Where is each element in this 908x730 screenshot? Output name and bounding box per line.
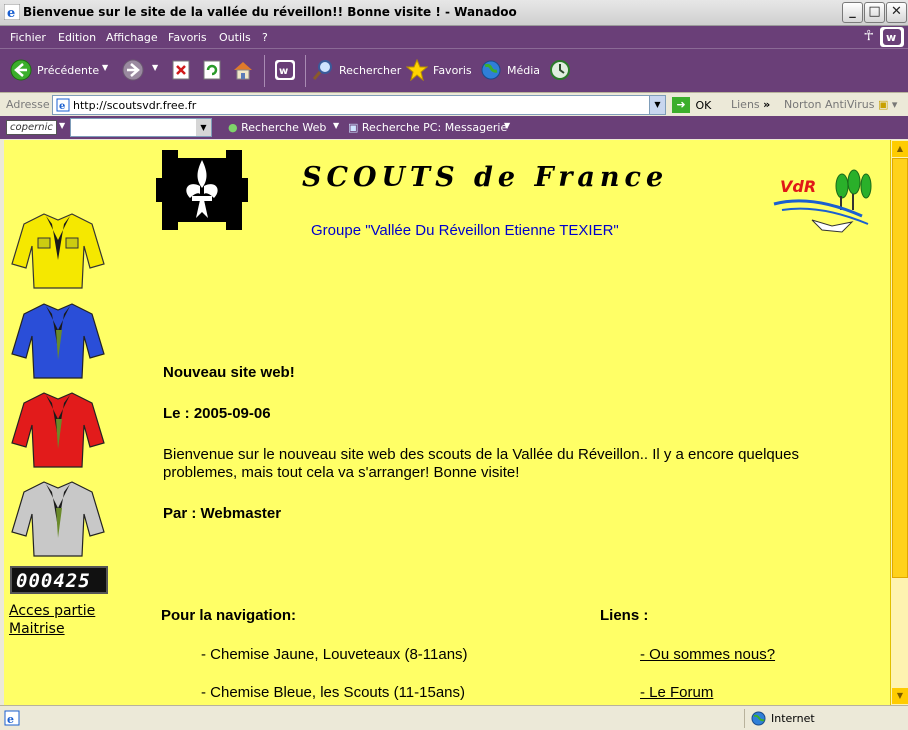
menu-help[interactable]: ? bbox=[262, 31, 268, 44]
stop-icon[interactable] bbox=[170, 59, 192, 81]
site-title: SCOUTS de France bbox=[302, 162, 669, 193]
internet-globe-icon bbox=[751, 711, 766, 726]
norton-antivirus-button[interactable]: Norton AntiVirus ▣ ▾ bbox=[784, 98, 897, 111]
svg-text:w: w bbox=[279, 66, 288, 77]
back-dropdown[interactable]: ▼ bbox=[102, 63, 108, 72]
svg-text:e: e bbox=[59, 101, 65, 112]
web-search-button[interactable]: ● Recherche Web bbox=[228, 121, 326, 134]
yellow-shirt-image[interactable] bbox=[10, 210, 106, 290]
refresh-icon[interactable] bbox=[201, 59, 223, 81]
star-icon[interactable] bbox=[406, 59, 428, 81]
visitor-counter: 000425 bbox=[10, 566, 108, 594]
status-bar: e Internet bbox=[0, 705, 908, 730]
scout-fleur-de-lis-logo bbox=[156, 150, 248, 230]
ie-icon: e bbox=[4, 4, 20, 20]
copernic-logo[interactable]: copernic bbox=[6, 120, 57, 135]
vdr-logo: VdR bbox=[773, 169, 872, 233]
pc-search-dropdown[interactable]: ▼ bbox=[504, 121, 510, 130]
vdr-logo-text: VdR bbox=[780, 177, 816, 196]
menu-bar: Fichier Edition Affichage Favoris Outils… bbox=[0, 26, 908, 48]
nav-item-scouts: - Chemise Bleue, les Scouts (11-15ans) bbox=[201, 684, 466, 701]
close-button[interactable]: ✕ bbox=[886, 2, 907, 23]
search-button[interactable]: Rechercher bbox=[339, 64, 401, 77]
links-heading: Liens : bbox=[600, 607, 649, 624]
navigation-heading: Pour la navigation: bbox=[161, 607, 297, 624]
nav-item-louveteaux: - Chemise Jaune, Louveteaux (8-11ans) bbox=[201, 646, 468, 663]
address-bar: Adresse e http://scoutsvdr.free.fr ▼ ➜ O… bbox=[0, 92, 908, 116]
menu-affichage[interactable]: Affichage bbox=[106, 31, 158, 44]
menu-edition[interactable]: Edition bbox=[58, 31, 96, 44]
window-title: Bienvenue sur le site de la vallée du ré… bbox=[23, 5, 517, 19]
scroll-thumb[interactable] bbox=[892, 158, 908, 578]
links-button[interactable]: Liens » bbox=[731, 98, 770, 111]
news-body: Bienvenue sur le nouveau site web des sc… bbox=[163, 446, 799, 481]
grey-shirt-image[interactable] bbox=[10, 478, 106, 558]
go-button[interactable]: ➜ OK bbox=[672, 97, 711, 113]
copernic-search-input[interactable]: ▼ bbox=[70, 118, 212, 137]
forward-dropdown[interactable]: ▼ bbox=[152, 63, 158, 72]
group-name: Groupe "Vallée Du Réveillon Etienne TEXI… bbox=[311, 222, 619, 239]
scroll-down-button[interactable]: ▼ bbox=[892, 688, 908, 704]
svg-text:e: e bbox=[7, 6, 15, 20]
home-icon[interactable] bbox=[232, 59, 254, 81]
page-content: 000425 Acces partie Maitrise SCOUTS de F… bbox=[4, 140, 890, 705]
history-icon[interactable] bbox=[549, 59, 571, 81]
svg-text:e: e bbox=[7, 713, 14, 726]
globe-icon: ● bbox=[228, 121, 238, 134]
media-button[interactable]: Média bbox=[507, 64, 540, 77]
copernic-toolbar: copernic ▼ ▼ ● Recherche Web ▼ ▣ Recherc… bbox=[0, 116, 908, 139]
back-arrow-icon[interactable] bbox=[10, 59, 32, 81]
media-globe-icon[interactable] bbox=[480, 59, 502, 81]
scroll-up-button[interactable]: ▲ bbox=[892, 141, 908, 157]
go-arrow-icon: ➜ bbox=[672, 97, 690, 113]
red-shirt-image[interactable] bbox=[10, 389, 106, 469]
vertical-scrollbar[interactable]: ▲ ▼ bbox=[890, 140, 908, 705]
maximize-button[interactable]: □ bbox=[864, 2, 885, 23]
computer-icon: ▣ bbox=[348, 121, 359, 134]
wanadoo-icon[interactable]: w bbox=[274, 59, 296, 81]
link-forum[interactable]: - Le Forum bbox=[640, 684, 713, 701]
wanadoo-logo-icon: w bbox=[880, 27, 904, 47]
person-icon: ☥ bbox=[863, 28, 874, 44]
pc-search-button[interactable]: ▣ Recherche PC: Messagerie bbox=[348, 121, 507, 134]
search-icon[interactable] bbox=[312, 59, 334, 81]
counter-value: 000425 bbox=[16, 570, 91, 592]
copernic-dropdown[interactable]: ▼ bbox=[59, 121, 65, 130]
go-label: OK bbox=[695, 98, 712, 112]
menu-outils[interactable]: Outils bbox=[219, 31, 251, 44]
menu-favoris[interactable]: Favoris bbox=[168, 31, 207, 44]
copernic-search-dropdown[interactable]: ▼ bbox=[196, 119, 211, 136]
address-dropdown[interactable]: ▼ bbox=[649, 96, 665, 114]
news-heading: Nouveau site web! bbox=[163, 364, 295, 381]
blue-shirt-image[interactable] bbox=[10, 300, 106, 380]
minimize-button[interactable]: _ bbox=[842, 2, 863, 23]
news-author: Par : Webmaster bbox=[163, 505, 282, 522]
page-icon: e bbox=[56, 98, 70, 112]
maitrise-link[interactable]: Acces partie Maitrise bbox=[9, 602, 119, 638]
svg-text:w: w bbox=[886, 31, 896, 44]
address-url: http://scoutsvdr.free.fr bbox=[73, 99, 197, 112]
favorites-button[interactable]: Favoris bbox=[433, 64, 472, 77]
link-ou-sommes-nous[interactable]: - Ou sommes nous? bbox=[640, 646, 775, 663]
address-label: Adresse bbox=[6, 98, 50, 111]
title-bar: e Bienvenue sur le site de la vallée du … bbox=[0, 0, 908, 26]
web-search-dropdown[interactable]: ▼ bbox=[333, 121, 339, 130]
news-date: Le : 2005-09-06 bbox=[163, 405, 271, 422]
toolbar: Précédente ▼ ▼ w Rechercher Favoris Médi… bbox=[0, 48, 908, 92]
back-button[interactable]: Précédente bbox=[37, 64, 99, 77]
forward-arrow-icon[interactable] bbox=[122, 59, 144, 81]
zone-label: Internet bbox=[771, 712, 815, 725]
menu-fichier[interactable]: Fichier bbox=[10, 31, 46, 44]
security-zone: Internet bbox=[744, 709, 894, 728]
address-input[interactable]: e http://scoutsvdr.free.fr ▼ bbox=[52, 95, 666, 115]
page-status-icon: e bbox=[4, 710, 20, 726]
